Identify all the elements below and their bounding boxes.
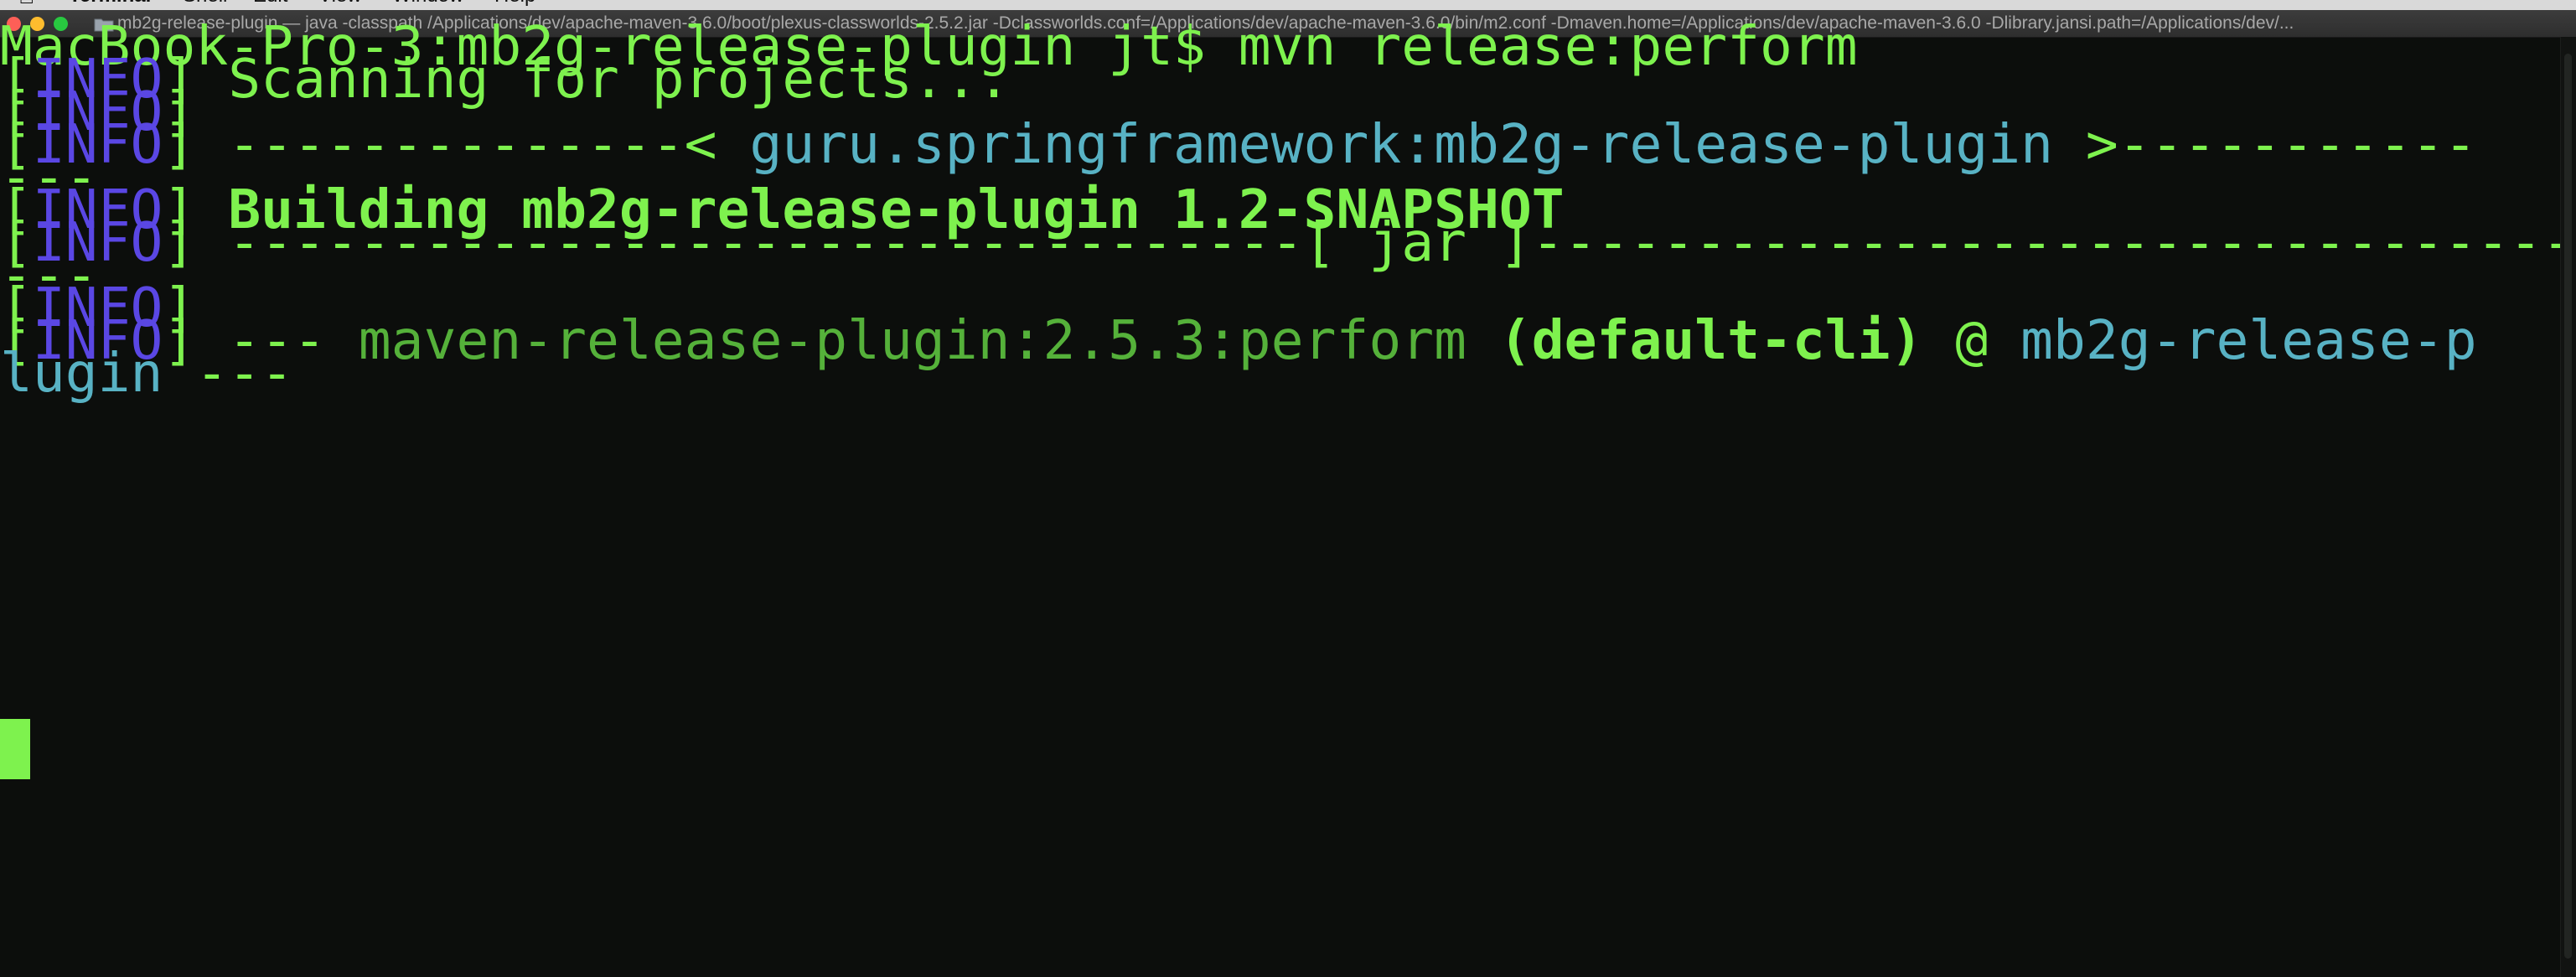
- plugin-goal: maven-release-plugin:2.5.3:perform: [358, 309, 1467, 372]
- project-name: lugin: [0, 342, 163, 405]
- artifact-id: guru.springframework:mb2g-release-plugin: [749, 113, 2054, 176]
- output-text: --------------<: [195, 113, 750, 176]
- info-bracket-close: ]: [163, 211, 196, 274]
- menu-view[interactable]: View: [318, 0, 362, 10]
- screen:  Terminal Shell Edit View Window Help m…: [0, 0, 2576, 977]
- output-text: @: [1922, 309, 2021, 372]
- output-text: >-----------: [2053, 113, 2477, 176]
- output-text: Scanning for projects...: [195, 48, 1011, 111]
- output-text: ---: [163, 342, 294, 405]
- info-bracket-close: ]: [163, 113, 196, 176]
- apple-icon[interactable]: : [18, 0, 35, 10]
- menu-edit[interactable]: Edit: [253, 0, 287, 10]
- terminal-output[interactable]: MacBook-Pro-3:mb2g-release-plugin jt$ mv…: [0, 15, 2574, 977]
- output-line: [INFO] --- maven-release-plugin:2.5.3:pe…: [0, 308, 2477, 373]
- output-text: ---------------------------------[ jar ]…: [195, 211, 2575, 274]
- menu-window[interactable]: Window: [392, 0, 463, 10]
- menu-help[interactable]: Help: [494, 0, 535, 10]
- scrollbar-thumb[interactable]: [2564, 54, 2572, 959]
- output-line: [INFO] --------------< guru.springframew…: [0, 112, 2477, 177]
- menu-shell[interactable]: Shell: [183, 0, 227, 10]
- execution-id: (default-cli): [1466, 309, 1923, 372]
- project-name: mb2g-release-p: [2020, 309, 2477, 372]
- menu-bar:  Terminal Shell Edit View Window Help: [0, 0, 2576, 10]
- scrollbar[interactable]: [2560, 37, 2576, 977]
- menu-app-name[interactable]: Terminal: [69, 0, 151, 10]
- terminal-cursor: [0, 719, 30, 779]
- output-line: lugin ---: [0, 341, 293, 406]
- output-line: [INFO] ---------------------------------…: [0, 210, 2574, 275]
